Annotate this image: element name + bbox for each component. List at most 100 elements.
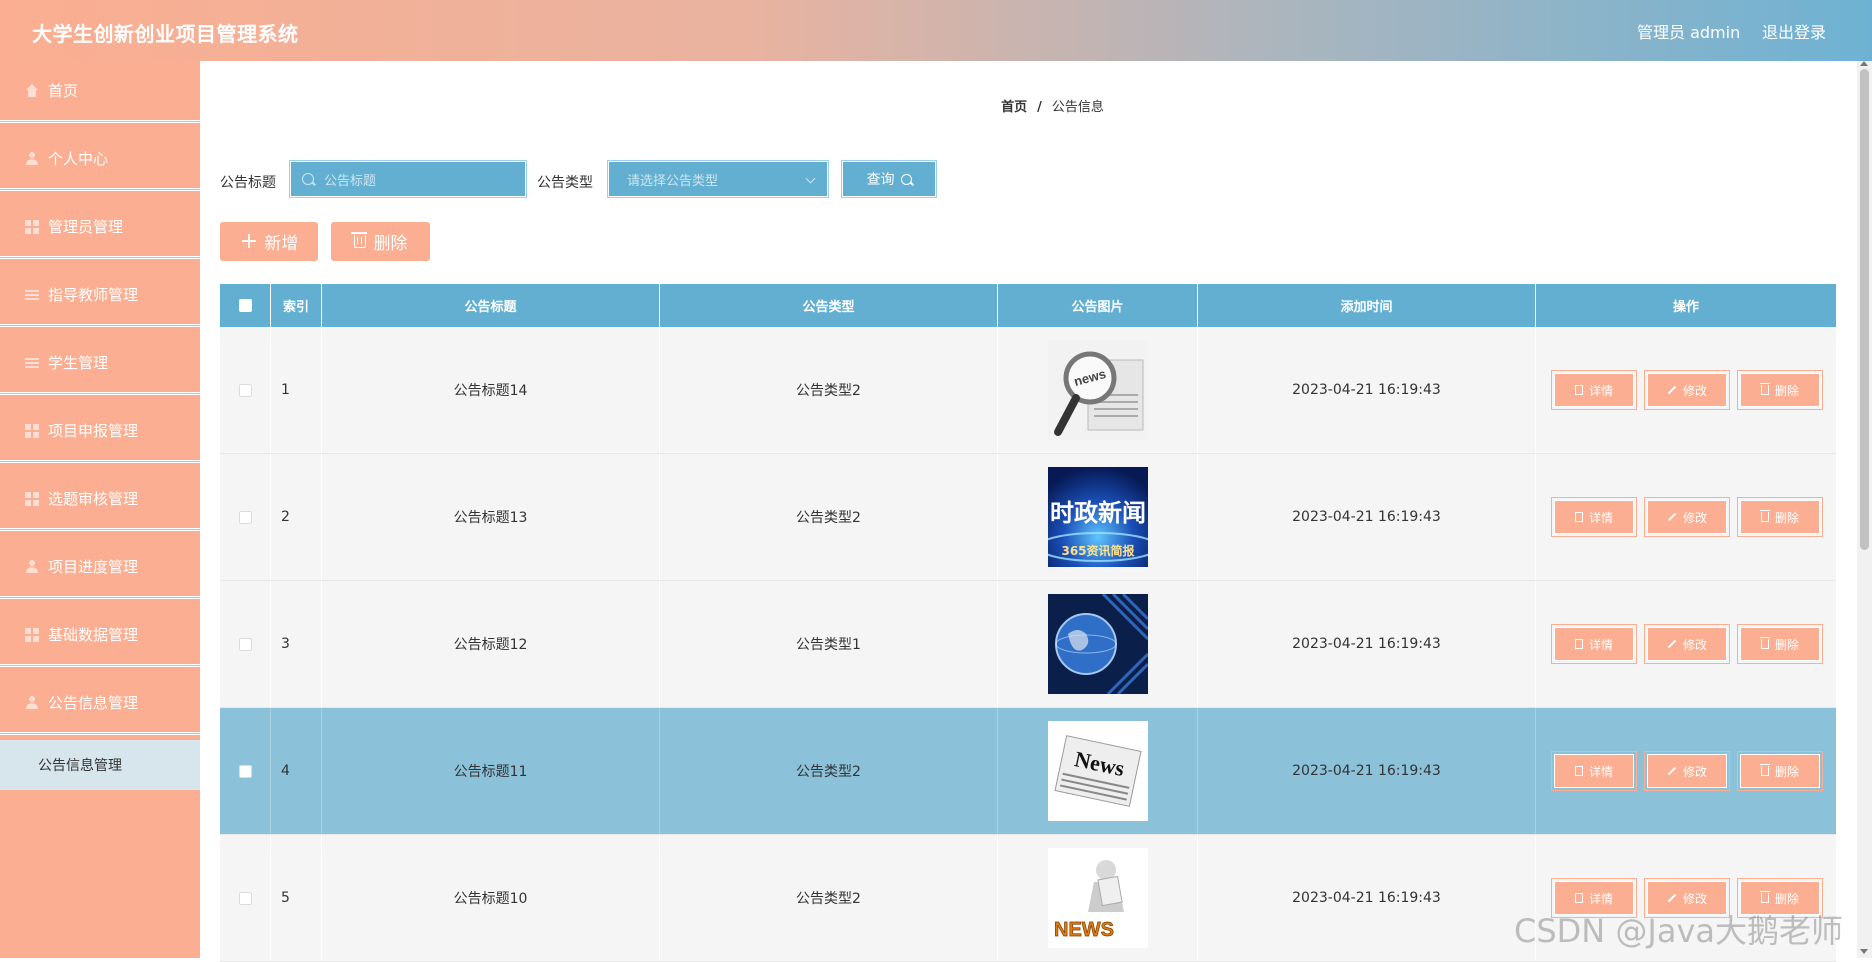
detail-label: 详情 <box>1588 637 1613 652</box>
sidebar-item-students[interactable]: 学生管理 <box>0 333 200 395</box>
row-checkbox[interactable] <box>238 383 252 397</box>
batch-delete-button[interactable]: 删除 <box>331 222 430 261</box>
sidebar-item-label: 项目进度管理 <box>48 558 139 576</box>
breadcrumb-home[interactable]: 首页 <box>1001 100 1027 115</box>
row-time: 2023-04-21 16:19:43 <box>1198 835 1536 961</box>
table-row: 3 公告标题12 公告类型1 2023-04-21 16:19:43 详情 修改… <box>220 581 1836 708</box>
sidebar-item-label: 基础数据管理 <box>48 626 139 644</box>
grid-icon <box>25 423 39 438</box>
sidebar-item-label: 项目申报管理 <box>48 422 139 440</box>
edit-button[interactable]: 修改 <box>1644 497 1730 537</box>
sidebar-item-label: 指导教师管理 <box>48 286 139 304</box>
trash-icon <box>1759 764 1770 776</box>
row-image-cell: News <box>998 708 1198 834</box>
document-icon <box>1574 893 1583 903</box>
detail-button[interactable]: 详情 <box>1551 624 1637 664</box>
row-title: 公告标题10 <box>322 835 660 961</box>
col-time: 添加时间 <box>1198 284 1536 327</box>
type-filter-label: 公告类型 <box>537 175 593 191</box>
sidebar-item-topic-review[interactable]: 选题审核管理 <box>0 469 200 531</box>
add-button[interactable]: + 新增 <box>220 222 318 261</box>
row-type: 公告类型2 <box>660 454 998 580</box>
title-search-input[interactable]: 公告标题 <box>289 160 527 198</box>
breadcrumb-separator: / <box>1037 100 1042 115</box>
sidebar-item-label: 个人中心 <box>48 150 109 168</box>
row-checkbox[interactable] <box>238 637 252 651</box>
select-all-checkbox[interactable] <box>238 299 252 312</box>
user-icon <box>25 559 39 574</box>
sidebar-item-label: 公告信息管理 <box>48 694 139 712</box>
col-title: 公告标题 <box>322 284 660 327</box>
logout-link[interactable]: 退出登录 <box>1762 19 1826 43</box>
detail-label: 详情 <box>1588 891 1613 906</box>
row-checkbox[interactable] <box>238 891 252 905</box>
scroll-down-arrow-icon[interactable] <box>1860 949 1868 954</box>
row-image-cell <box>998 581 1198 707</box>
col-image: 公告图片 <box>998 284 1198 327</box>
grid-icon <box>25 627 39 642</box>
row-checkbox[interactable] <box>238 764 252 778</box>
delete-button[interactable]: 删除 <box>1737 497 1823 537</box>
detail-button[interactable]: 详情 <box>1551 497 1637 537</box>
breadcrumb: 首页 / 公告信息 <box>0 96 1872 115</box>
sidebar-item-teachers[interactable]: 指导教师管理 <box>0 265 200 327</box>
type-select-placeholder: 请选择公告类型 <box>627 173 719 189</box>
col-actions: 操作 <box>1672 300 1699 315</box>
row-actions: 详情 修改 删除 <box>1536 708 1836 834</box>
row-checkbox[interactable] <box>238 510 252 524</box>
pencil-icon <box>1667 385 1677 395</box>
trash-icon <box>1759 383 1770 395</box>
pencil-icon <box>1667 766 1677 776</box>
row-index: 5 <box>271 835 322 961</box>
sidebar-subitem-notice-management[interactable]: 公告信息管理 <box>0 740 200 790</box>
table-row: 1 公告标题14 公告类型2 news 2023-04-21 16:19:43 … <box>220 327 1836 454</box>
row-select-cell <box>220 581 271 707</box>
edit-label: 修改 <box>1682 637 1707 652</box>
list-icon <box>25 355 39 370</box>
news-figure-icon: NEWS <box>1047 848 1148 948</box>
search-icon <box>900 173 912 185</box>
edit-button[interactable]: 修改 <box>1644 624 1730 664</box>
sidebar-item-profile[interactable]: 个人中心 <box>0 129 200 191</box>
detail-button[interactable]: 详情 <box>1551 751 1637 791</box>
row-index: 2 <box>271 454 322 580</box>
row-actions: 详情 修改 删除 <box>1536 327 1836 453</box>
search-icon <box>302 173 314 185</box>
row-time: 2023-04-21 16:19:43 <box>1198 454 1536 580</box>
app-title: 大学生创新创业项目管理系统 <box>32 22 299 46</box>
sidebar-item-progress[interactable]: 项目进度管理 <box>0 537 200 599</box>
title-filter-label: 公告标题 <box>220 175 276 191</box>
sidebar-item-label: 学生管理 <box>48 354 109 372</box>
document-icon <box>1574 512 1583 522</box>
sidebar-item-admins[interactable]: 管理员管理 <box>0 197 200 259</box>
chevron-down-icon <box>805 173 816 184</box>
delete-button[interactable]: 删除 <box>1737 370 1823 410</box>
row-time: 2023-04-21 16:19:43 <box>1198 327 1536 453</box>
col-type: 公告类型 <box>660 284 998 327</box>
edit-button[interactable]: 修改 <box>1644 370 1730 410</box>
type-select[interactable]: 请选择公告类型 <box>607 160 829 198</box>
sidebar-item-notices[interactable]: 公告信息管理 <box>0 673 200 735</box>
pencil-icon <box>1667 893 1677 903</box>
political-news-banner: 时政新闻 365资讯简报 <box>1047 467 1148 567</box>
row-index: 3 <box>271 581 322 707</box>
row-title: 公告标题12 <box>322 581 660 707</box>
row-title: 公告标题14 <box>322 327 660 453</box>
delete-button[interactable]: 删除 <box>1737 751 1823 791</box>
scroll-up-arrow-icon[interactable] <box>1860 61 1868 66</box>
add-button-label: 新增 <box>264 234 299 254</box>
plus-icon: + <box>239 228 259 254</box>
sidebar-item-basic-data[interactable]: 基础数据管理 <box>0 605 200 667</box>
delete-button[interactable]: 删除 <box>1737 624 1823 664</box>
grid-icon <box>25 219 39 234</box>
row-title: 公告标题13 <box>322 454 660 580</box>
table-row: 2 公告标题13 公告类型2 时政新闻 365资讯简报 2023-04-21 1… <box>220 454 1836 581</box>
scroll-thumb[interactable] <box>1860 69 1869 550</box>
sidebar-item-project-apply[interactable]: 项目申报管理 <box>0 401 200 463</box>
title-search-placeholder: 公告标题 <box>324 173 377 189</box>
vertical-scrollbar[interactable] <box>1857 61 1872 958</box>
query-button[interactable]: 查询 <box>841 160 937 198</box>
user-icon <box>25 151 39 166</box>
edit-button[interactable]: 修改 <box>1644 751 1730 791</box>
detail-button[interactable]: 详情 <box>1551 370 1637 410</box>
